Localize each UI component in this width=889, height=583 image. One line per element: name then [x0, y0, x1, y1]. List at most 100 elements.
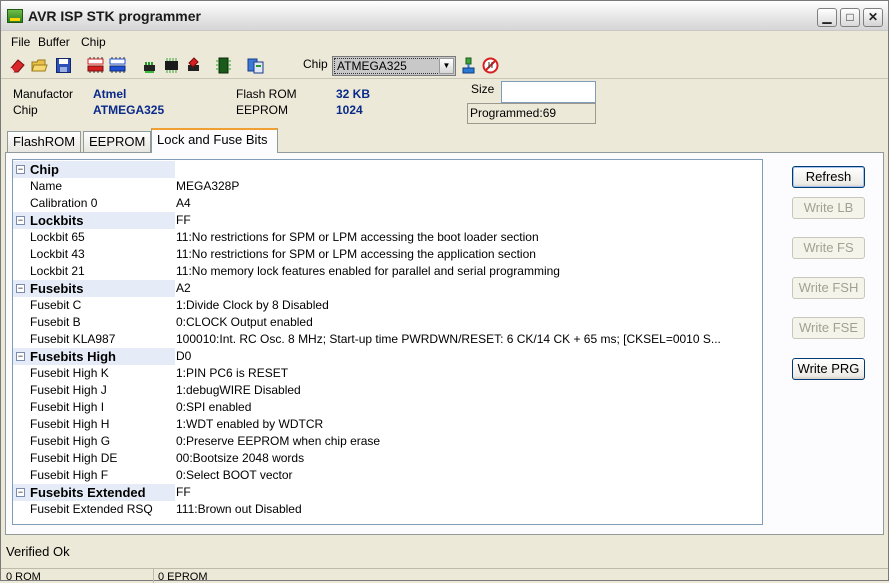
grid-property-row[interactable]: Fusebit Extended RSQ 111:Brown out Disabl…	[13, 501, 762, 518]
status-eprom: 0 EPROM	[158, 571, 208, 583]
save-icon[interactable]	[55, 57, 72, 74]
collapse-icon[interactable]: −	[16, 352, 25, 361]
grid-row-name: Fusebit High J	[30, 383, 107, 397]
grid-row-name: Fusebit High F	[30, 468, 109, 482]
size-label: Size	[471, 82, 495, 96]
write-fse-button[interactable]: Write FSE	[792, 317, 865, 339]
grid-property-row[interactable]: Lockbit 21 11:No memory lock features ena…	[13, 263, 762, 280]
grid-row-value: 111:Brown out Disabled	[176, 502, 302, 516]
grid-row-name: Fusebit High H	[30, 417, 110, 431]
grid-row-value: FF	[176, 485, 191, 499]
grid-property-row[interactable]: Fusebit High J 1:debugWIRE Disabled	[13, 382, 762, 399]
write-fs-button[interactable]: Write FS	[792, 237, 865, 259]
title-bar[interactable]: AVR ISP STK programmer ▁ □ ✕	[1, 1, 888, 31]
grid-property-row[interactable]: Fusebit High F 0:Select BOOT vector	[13, 467, 762, 484]
write-flash-icon[interactable]	[109, 57, 126, 74]
grid-property-row[interactable]: Fusebit High DE 00:Bootsize 2048 words	[13, 450, 762, 467]
app-icon	[7, 9, 23, 23]
flash-rom-value: 32 KB	[336, 87, 371, 101]
main-window: AVR ISP STK programmer ▁ □ ✕ File Buffer…	[0, 0, 889, 583]
grid-category-row[interactable]: − Fusebits Extended FF	[13, 484, 762, 501]
grid-row-value: 0:CLOCK Output enabled	[176, 315, 313, 329]
grid-property-row[interactable]: Calibration 0 A4	[13, 195, 762, 212]
grid-row-value: 0:Preserve EEPROM when chip erase	[176, 434, 381, 448]
grid-row-value: 1:PIN PC6 is RESET	[176, 366, 289, 380]
menu-buffer[interactable]: Buffer	[38, 35, 70, 49]
grid-row-name: Fusebit B	[30, 315, 81, 329]
tab-flashrom[interactable]: FlashROM	[7, 131, 81, 152]
size-input[interactable]	[501, 81, 596, 103]
status-message: Verified Ok	[6, 544, 70, 559]
grid-row-name: Fusebit C	[30, 298, 82, 312]
grid-row-value: 11:No memory lock features enabled for p…	[176, 264, 560, 278]
fuse-property-grid[interactable]: − Chip Name MEGA328P Calibration 0 A4− Lockbit…	[12, 159, 763, 525]
grid-property-row[interactable]: Lockbit 65 11:No restrictions for SPM or …	[13, 229, 762, 246]
grid-row-value: 00:Bootsize 2048 words	[176, 451, 305, 465]
maximize-button[interactable]: □	[840, 8, 860, 27]
grid-row-value: A2	[176, 281, 191, 295]
minimize-button[interactable]: ▁	[817, 8, 837, 27]
grid-property-row[interactable]: Fusebit B 0:CLOCK Output enabled	[13, 314, 762, 331]
grid-property-row[interactable]: Fusebit High K 1:PIN PC6 is RESET	[13, 365, 762, 382]
grid-property-row[interactable]: Fusebit High H 1:WDT enabled by WDTCR	[13, 416, 762, 433]
grid-row-name: Fusebit Extended RSQ	[30, 502, 153, 516]
chip-icon[interactable]	[163, 57, 180, 74]
grid-row-name: Lockbit 43	[30, 247, 85, 261]
chip-select[interactable]: ATMEGA325 ▼	[332, 56, 456, 76]
grid-row-name: Chip	[30, 161, 175, 178]
copy-icon[interactable]	[247, 57, 264, 74]
grid-row-name: Fusebits	[30, 280, 175, 297]
eraser-icon[interactable]	[9, 57, 26, 74]
menu-chip[interactable]: Chip	[81, 35, 106, 49]
grid-category-row[interactable]: − Fusebits High D0	[13, 348, 762, 365]
collapse-icon[interactable]: −	[16, 284, 25, 293]
tab-eeprom[interactable]: EEPROM	[83, 131, 151, 152]
write-prg-button[interactable]: Write PRG	[792, 358, 865, 380]
collapse-icon[interactable]: −	[16, 488, 25, 497]
grid-property-row[interactable]: Name MEGA328P	[13, 178, 762, 195]
collapse-icon[interactable]: −	[16, 216, 25, 225]
status-bar: 0 ROM 0 EPROM	[1, 568, 888, 583]
grid-row-name: Fusebit High G	[30, 434, 111, 448]
grid-property-row[interactable]: Fusebit KLA987 100010:Int. RC Osc. 8 MHz;…	[13, 331, 762, 348]
grid-row-value: 1:WDT enabled by WDTCR	[176, 417, 324, 431]
flash-rom-label: Flash ROM	[236, 87, 297, 101]
grid-property-row[interactable]: Fusebit High G 0:Preserve EEPROM when chi…	[13, 433, 762, 450]
write-lb-button[interactable]: Write LB	[792, 197, 865, 219]
programmed-count: Programmed:69	[467, 103, 596, 124]
grid-category-row[interactable]: − Lockbits FF	[13, 212, 762, 229]
connect-icon[interactable]	[460, 57, 477, 74]
chip-erase-icon[interactable]	[185, 57, 202, 74]
verify-icon[interactable]	[215, 57, 232, 74]
grid-category-row[interactable]: − Fusebits A2	[13, 280, 762, 297]
menu-file[interactable]: File	[11, 35, 30, 49]
grid-row-name: Lockbit 65	[30, 230, 85, 244]
read-flash-icon[interactable]	[87, 57, 104, 74]
eeprom-value: 1024	[336, 103, 363, 117]
refresh-button[interactable]: Refresh	[792, 166, 865, 188]
collapse-icon[interactable]: −	[16, 165, 25, 174]
eeprom-label: EEPROM	[236, 103, 289, 117]
write-fsh-button[interactable]: Write FSH	[792, 277, 865, 299]
grid-category-row[interactable]: − Chip	[13, 161, 762, 178]
grid-row-value: 11:No restrictions for SPM or LPM access…	[176, 230, 539, 244]
grid-property-row[interactable]: Fusebit C 1:Divide Clock by 8 Disabled	[13, 297, 762, 314]
grid-property-row[interactable]: Lockbit 43 11:No restrictions for SPM or …	[13, 246, 762, 263]
grid-row-name: Fusebit High I	[30, 400, 105, 414]
tab-lock-fuse-bits[interactable]: Lock and Fuse Bits	[151, 128, 278, 153]
open-folder-icon[interactable]	[31, 57, 48, 74]
grid-row-name: Fusebit KLA987	[30, 332, 116, 346]
grid-row-name: Lockbit 21	[30, 264, 85, 278]
stop-icon[interactable]	[482, 57, 499, 74]
grid-row-name: Fusebits Extended	[30, 484, 175, 501]
manufactor-label: Manufactor	[13, 87, 74, 101]
close-button[interactable]: ✕	[863, 8, 883, 27]
grid-row-value: 11:No restrictions for SPM or LPM access…	[176, 247, 536, 261]
grid-row-value: 100010:Int. RC Osc. 8 MHz; Start-up time…	[176, 332, 721, 346]
grid-row-name: Fusebit High K	[30, 366, 109, 380]
grid-property-row[interactable]: Fusebit High I 0:SPI enabled	[13, 399, 762, 416]
chevron-down-icon[interactable]: ▼	[439, 58, 454, 74]
read-chip-icon[interactable]	[141, 57, 158, 74]
grid-row-value: 0:Select BOOT vector	[176, 468, 293, 482]
grid-row-value: FF	[176, 213, 191, 227]
